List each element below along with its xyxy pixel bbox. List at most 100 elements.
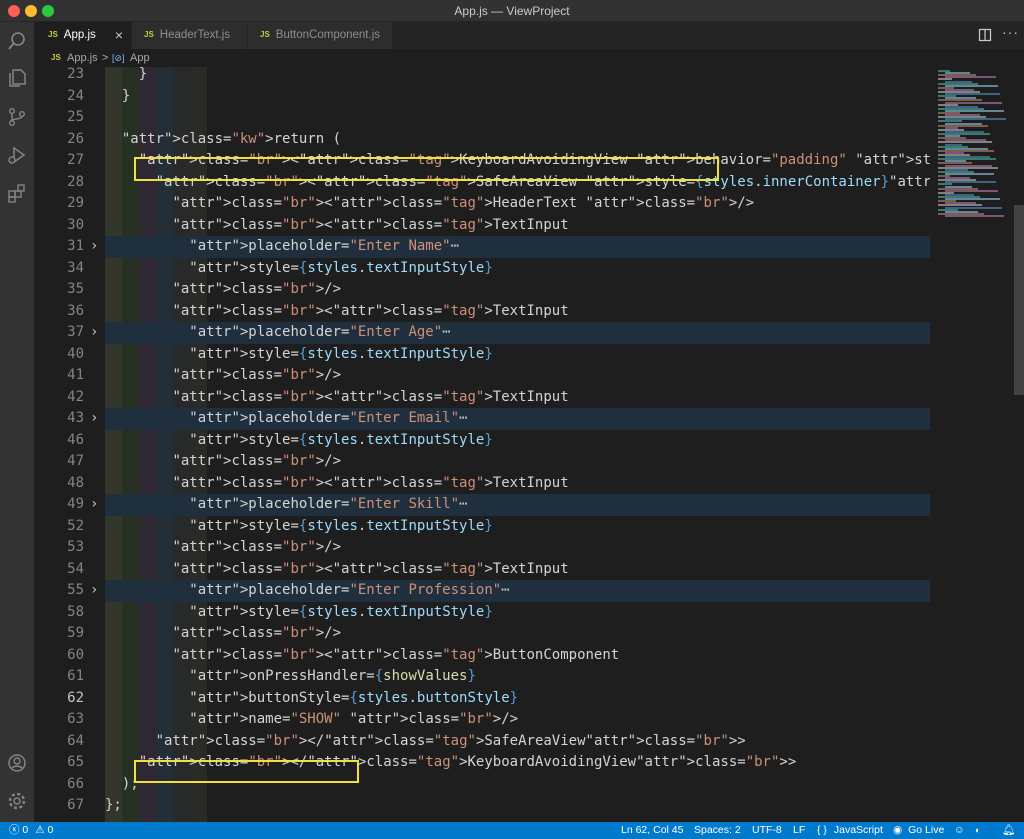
code-text: "attr">placeholder="Enter Age"⋯ — [189, 324, 451, 340]
code-line[interactable]: 26 "attr">class="kw">return ( — [34, 129, 930, 151]
line-number: 36 — [67, 302, 84, 319]
code-line[interactable]: 63 "attr">name="SHOW" "attr">class="br">… — [34, 709, 930, 731]
breadcrumb-file[interactable]: App.js — [67, 49, 98, 67]
files-icon[interactable] — [6, 67, 28, 89]
code-line[interactable]: 49 › "attr">placeholder="Enter Skill"⋯ — [34, 494, 930, 516]
line-number: 43 — [67, 410, 84, 426]
code-line[interactable]: 48 "attr">class="br"><"attr">class="tag"… — [34, 473, 930, 495]
code-line[interactable]: 42 "attr">class="br"><"attr">class="tag"… — [34, 387, 930, 409]
split-editor-icon[interactable] — [978, 28, 992, 42]
code-text: "attr">class="br"><"attr">class="tag">Te… — [172, 560, 569, 577]
eol-setting[interactable]: LF — [793, 822, 805, 839]
scrollbar-thumb[interactable] — [1014, 205, 1024, 395]
error-icon: ⓧ — [9, 824, 20, 836]
code-editor[interactable]: 23 } 24 } 25 26 "attr">class="kw">return (2… — [34, 67, 930, 822]
indentation-setting[interactable]: Spaces: 2 — [694, 822, 741, 839]
code-line[interactable]: 37 › "attr">placeholder="Enter Age"⋯ — [34, 322, 930, 344]
code-line[interactable]: 36 "attr">class="br"><"attr">class="tag"… — [34, 301, 930, 323]
language-mode[interactable]: { } JavaScript — [817, 822, 883, 839]
code-line[interactable]: 35 "attr">class="br">/> — [34, 279, 930, 301]
code-line[interactable]: 65 "attr">class="br"></"attr">class="tag… — [34, 752, 930, 774]
chevron-right-icon[interactable]: › — [90, 322, 98, 344]
settings-gear-icon[interactable] — [6, 790, 28, 812]
search-icon[interactable] — [6, 30, 28, 52]
code-line[interactable]: 47 "attr">class="br">/> — [34, 451, 930, 473]
code-line[interactable]: 29 "attr">class="br"><"attr">class="tag"… — [34, 193, 930, 215]
js-file-icon: JS — [260, 30, 270, 39]
code-line[interactable]: 34 "attr">style={styles.textInputStyle} — [34, 258, 930, 280]
code-line[interactable]: 27 "attr">class="br"><"attr">class="tag"… — [34, 150, 930, 172]
tab-app-js[interactable]: JS App.js × — [34, 22, 132, 49]
code-text: } — [105, 87, 131, 104]
minimap-line — [945, 214, 1004, 217]
code-line[interactable]: 64 "attr">class="br"></"attr">class="tag… — [34, 731, 930, 753]
close-tab-icon[interactable]: × — [115, 22, 123, 49]
code-line[interactable]: 41 "attr">class="br">/> — [34, 365, 930, 387]
chevron-right-icon[interactable]: › — [90, 236, 98, 258]
extensions-icon[interactable] — [6, 182, 28, 204]
more-actions-icon[interactable]: ··· — [1002, 24, 1019, 40]
tab-headertext-js[interactable]: JS HeaderText.js — [132, 22, 248, 49]
code-text: "attr">class="br"><"attr">class="tag">Te… — [172, 388, 569, 405]
code-line[interactable]: 46 "attr">style={styles.textInputStyle} — [34, 430, 930, 452]
minimize-window-button[interactable] — [25, 5, 37, 17]
braces-icon: { } — [817, 824, 827, 836]
go-live-button[interactable]: ◉ Go Live — [893, 822, 944, 839]
js-file-icon: JS — [144, 30, 154, 39]
code-text: "attr">class="br"><"attr">class="tag">Sa… — [155, 173, 930, 190]
tab-buttoncomponent-js[interactable]: JS ButtonComponent.js — [248, 22, 393, 49]
code-text: ); — [105, 775, 139, 792]
chevron-right-icon[interactable]: › — [90, 494, 98, 516]
close-window-button[interactable] — [8, 5, 20, 17]
bell-icon[interactable]: 🔔︎ — [1002, 822, 1015, 839]
encoding-setting[interactable]: UTF-8 — [752, 822, 782, 839]
line-number: 30 — [67, 216, 84, 233]
account-icon[interactable] — [6, 752, 28, 774]
source-control-icon[interactable] — [6, 106, 28, 128]
status-bar: ⓧ 0 ⚠ 0 Ln 62, Col 45 Spaces: 2 UTF-8 LF… — [0, 822, 1024, 839]
code-line[interactable]: 40 "attr">style={styles.textInputStyle} — [34, 344, 930, 366]
line-number: 59 — [67, 625, 84, 641]
code-line[interactable]: 58 "attr">style={styles.textInputStyle} — [34, 602, 930, 624]
code-line[interactable]: 53 "attr">class="br">/> — [34, 537, 930, 559]
vertical-scrollbar[interactable] — [1014, 67, 1024, 822]
chevron-right-icon[interactable]: › — [90, 408, 98, 430]
code-line[interactable]: 43 › "attr">placeholder="Enter Email"⋯ — [34, 408, 930, 430]
code-line[interactable]: 28 "attr">class="br"><"attr">class="tag"… — [34, 172, 930, 194]
zoom-window-button[interactable] — [42, 5, 54, 17]
accounts-icon[interactable]: ☺ — [954, 822, 965, 839]
chevron-right-icon: > — [102, 52, 109, 64]
run-debug-icon[interactable] — [6, 144, 28, 166]
line-number: 25 — [67, 109, 84, 125]
code-text: "attr">class="kw">return ( — [121, 130, 342, 147]
js-file-icon: JS — [48, 30, 58, 39]
code-line[interactable]: 30 "attr">class="br"><"attr">class="tag"… — [34, 215, 930, 237]
line-number: 31 — [67, 238, 84, 254]
code-line[interactable]: 31 › "attr">placeholder="Enter Name"⋯ — [34, 236, 930, 258]
line-number: 46 — [67, 431, 84, 448]
code-text: "attr">style={styles.textInputStyle} — [189, 259, 493, 276]
code-line[interactable]: 61 "attr">onPressHandler={showValues} — [34, 666, 930, 688]
js-file-icon: JS — [51, 53, 61, 62]
code-line[interactable]: 62 "attr">buttonStyle={styles.buttonStyl… — [34, 688, 930, 710]
code-line[interactable]: 24 } — [34, 86, 930, 108]
code-line[interactable]: 23 } — [34, 67, 930, 86]
code-line[interactable]: 52 "attr">style={styles.textInputStyle} — [34, 516, 930, 538]
code-text: } — [105, 67, 148, 82]
code-line[interactable]: 54 "attr">class="br"><"attr">class="tag"… — [34, 559, 930, 581]
code-line[interactable]: 55 › "attr">placeholder="Enter Profession… — [34, 580, 930, 602]
activity-bar — [0, 22, 34, 822]
warning-icon: ⚠ — [35, 824, 45, 836]
minimap[interactable] — [930, 67, 1014, 822]
code-text: "attr">placeholder="Enter Email"⋯ — [189, 410, 468, 426]
code-line[interactable]: 67}; — [34, 795, 930, 817]
cursor-position[interactable]: Ln 62, Col 45 — [621, 822, 683, 839]
chevron-right-icon[interactable]: › — [90, 580, 98, 602]
code-line[interactable]: 60 "attr">class="br"><"attr">class="tag"… — [34, 645, 930, 667]
line-number: 65 — [67, 754, 84, 770]
problems-indicator[interactable]: ⓧ 0 ⚠ 0 — [9, 822, 53, 839]
breadcrumb-symbol[interactable]: App — [130, 49, 150, 67]
code-line[interactable]: 59 "attr">class="br">/> — [34, 623, 930, 645]
code-line[interactable]: 66 ); — [34, 774, 930, 796]
code-line[interactable]: 25 — [34, 107, 930, 129]
